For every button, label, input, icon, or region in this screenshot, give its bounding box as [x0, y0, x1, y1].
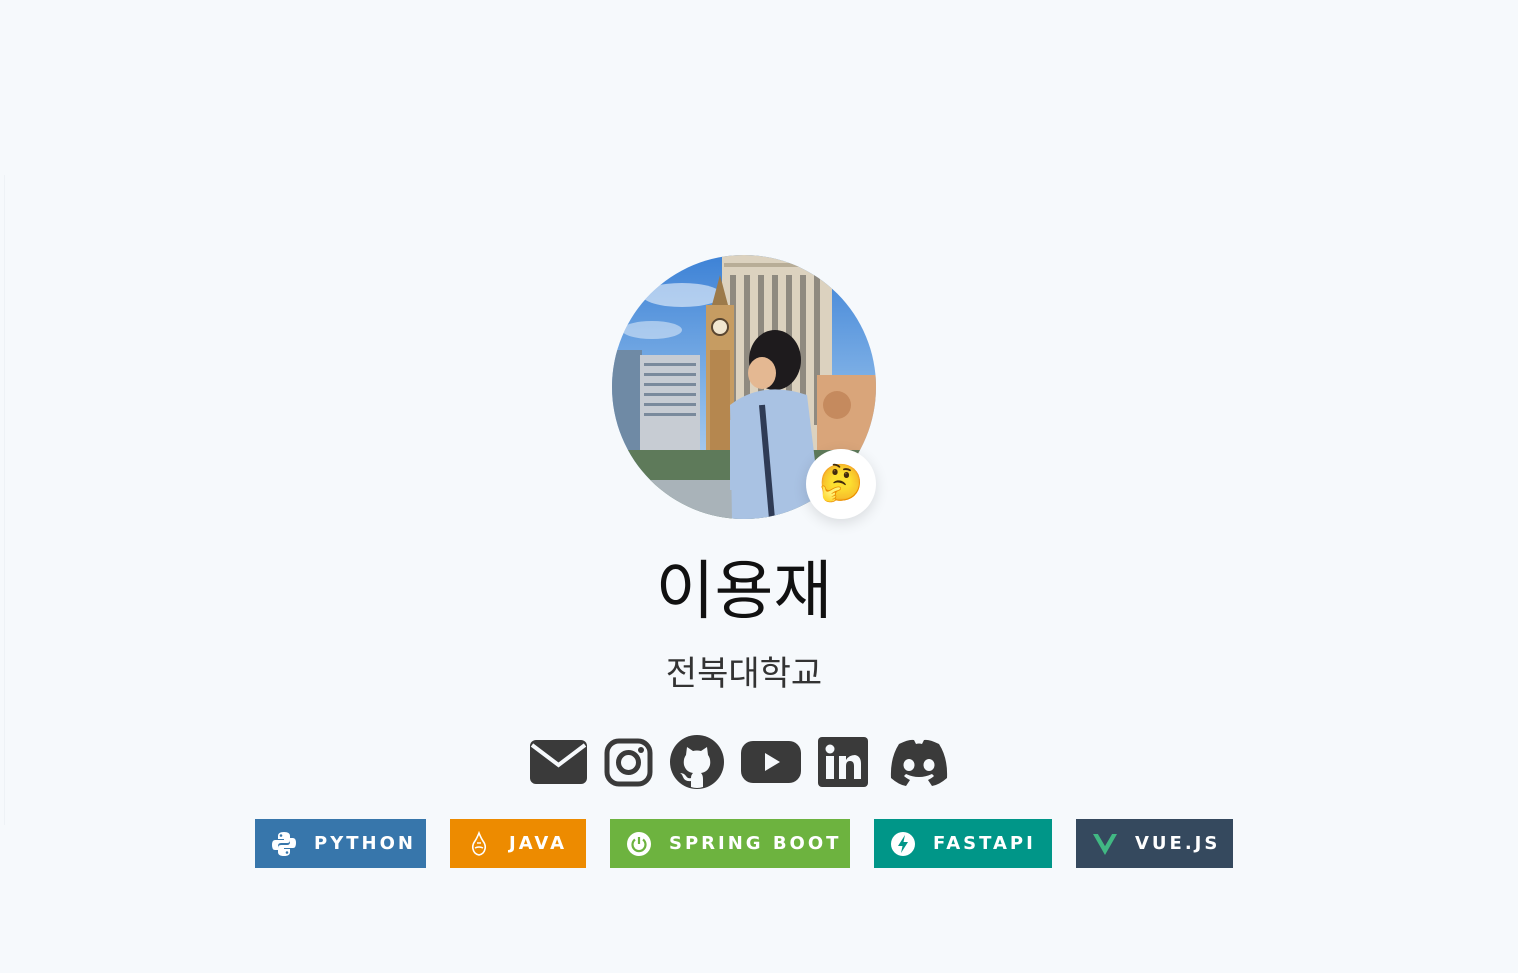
social-links	[530, 735, 951, 789]
badge-label: SPRING BOOT	[669, 833, 842, 854]
badge-label: JAVA	[509, 833, 568, 854]
badge-fastapi[interactable]: FASTAPI	[874, 819, 1052, 868]
vuejs-icon	[1092, 831, 1118, 857]
profile-affiliation: 전북대학교	[665, 654, 823, 694]
github-icon[interactable]	[670, 735, 724, 789]
spring-boot-icon	[626, 831, 652, 857]
linkedin-icon[interactable]	[818, 737, 868, 787]
tech-stack-badges: PYTHON JAVA SPRING BOOT FASTAPI VUE.JS	[255, 819, 1233, 868]
instagram-icon[interactable]	[604, 738, 653, 787]
profile-page: 🤔 이용재 전북대학교 PYTHON JAVA SPRING BOOT FAST…	[0, 0, 1518, 973]
badge-python[interactable]: PYTHON	[255, 819, 426, 868]
badge-label: FASTAPI	[933, 833, 1036, 854]
python-icon	[271, 831, 297, 857]
badge-label: PYTHON	[314, 833, 416, 854]
left-divider	[4, 175, 5, 825]
profile-name: 이용재	[655, 555, 833, 629]
youtube-icon[interactable]	[741, 741, 801, 783]
status-emoji[interactable]: 🤔	[806, 449, 876, 519]
avatar-container: 🤔	[612, 255, 876, 519]
badge-label: VUE.JS	[1135, 833, 1221, 854]
java-icon	[466, 830, 492, 857]
fastapi-icon	[890, 831, 916, 857]
badge-vuejs[interactable]: VUE.JS	[1076, 819, 1233, 868]
discord-icon[interactable]	[887, 738, 951, 787]
envelope-icon[interactable]	[530, 740, 587, 784]
badge-java[interactable]: JAVA	[450, 819, 586, 868]
badge-spring-boot[interactable]: SPRING BOOT	[610, 819, 850, 868]
